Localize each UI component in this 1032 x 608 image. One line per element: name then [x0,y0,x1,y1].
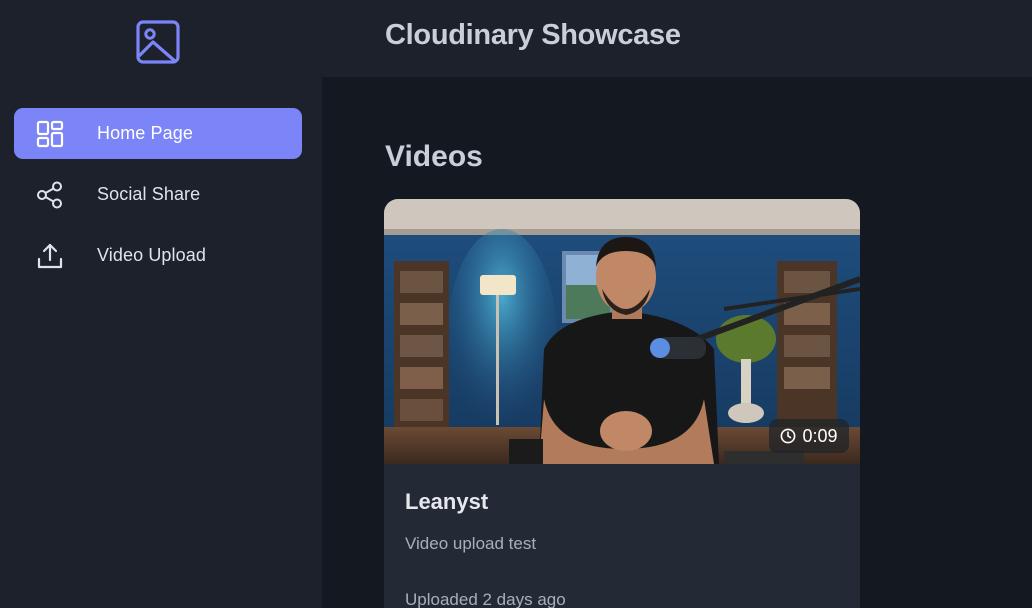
sidebar: Home Page Social Share Video Upload [0,0,322,608]
video-card[interactable]: 0:09 Leanyst Video upload test Uploaded … [384,199,860,608]
logo-image-icon[interactable] [136,20,180,64]
dashboard-icon [36,120,64,148]
upload-icon [36,242,64,270]
share-icon [36,181,64,209]
sidebar-item-label: Home Page [97,123,193,143]
sidebar-item-video-upload[interactable]: Video Upload [14,230,302,281]
sidebar-item-home-page[interactable]: Home Page [14,108,302,159]
video-description: Video upload test [405,534,537,553]
upload-time: Uploaded 2 days ago [405,590,566,608]
video-title: Leanyst [405,489,489,514]
app-title: Cloudinary Showcase [385,19,681,51]
clock-icon [781,428,796,444]
section-title: Videos [385,140,483,173]
duration-badge: 0:09 [769,419,849,453]
sidebar-item-label: Social Share [97,184,201,204]
sidebar-item-social-share[interactable]: Social Share [14,169,302,220]
top-header: Cloudinary Showcase [322,0,1032,77]
video-thumbnail[interactable]: 0:09 [384,199,860,464]
sidebar-item-label: Video Upload [97,245,206,265]
duration-text: 0:09 [802,425,838,446]
